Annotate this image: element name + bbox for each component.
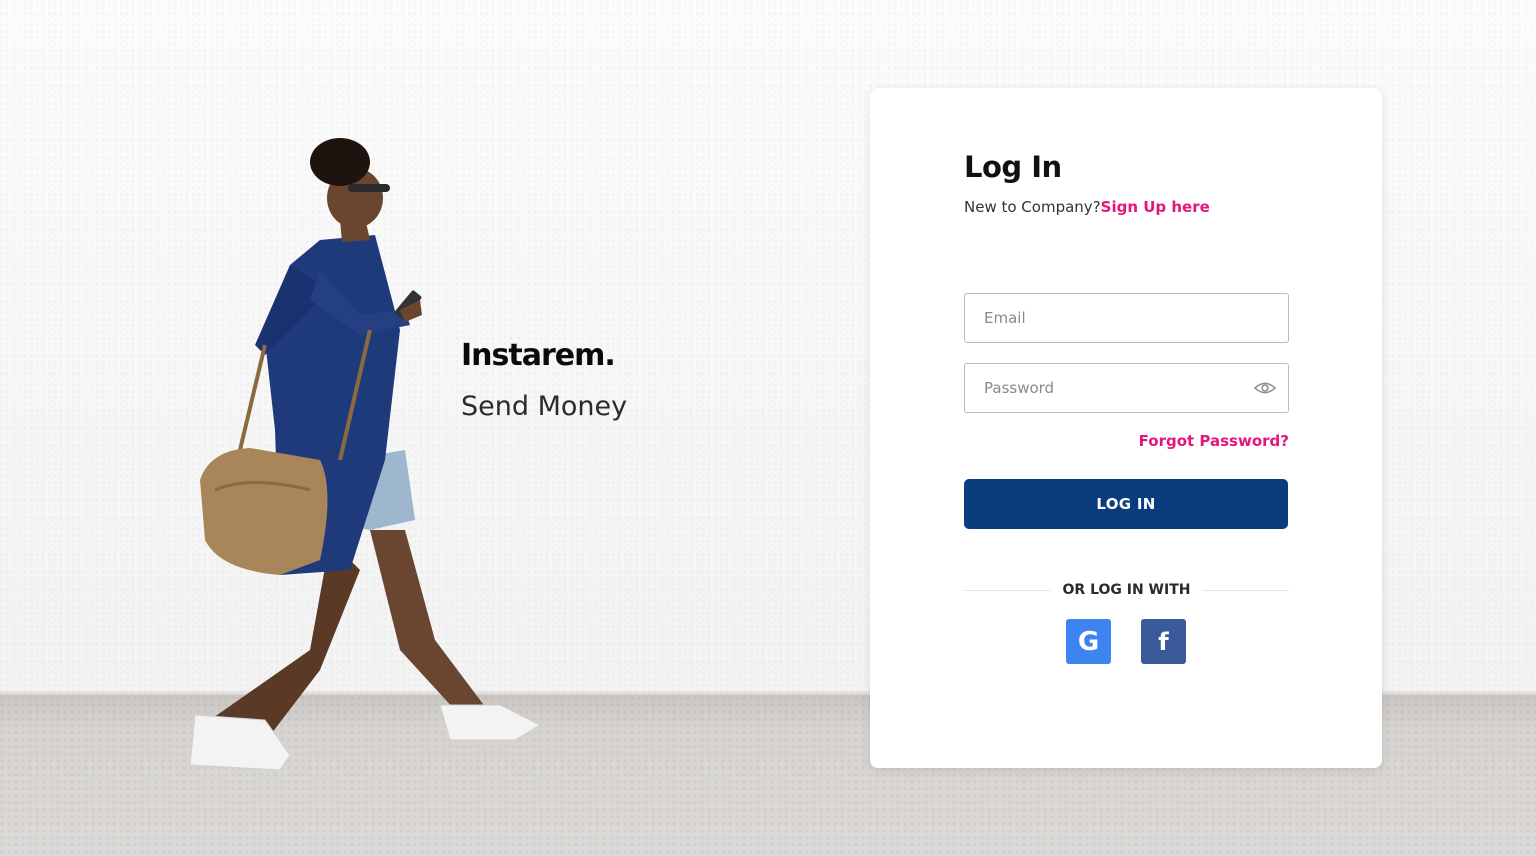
forgot-password-link[interactable]: Forgot Password? <box>964 432 1289 450</box>
signup-link[interactable]: Sign Up here <box>1101 198 1210 216</box>
email-field[interactable] <box>964 293 1289 343</box>
hero-person-image <box>189 138 542 771</box>
eye-icon[interactable] <box>1254 379 1276 397</box>
social-divider: OR LOG IN WITH <box>964 580 1289 600</box>
brand-block: Instarem. Send Money <box>461 338 627 422</box>
password-field[interactable] <box>964 363 1289 413</box>
signup-prompt-text: New to Company? <box>964 198 1101 216</box>
login-page: Instarem. Send Money Log In New to Compa… <box>0 0 1536 856</box>
facebook-login-button[interactable]: f <box>1141 619 1186 664</box>
social-divider-text: OR LOG IN WITH <box>1062 582 1191 598</box>
facebook-icon: f <box>1158 627 1169 656</box>
password-input[interactable] <box>965 364 1288 412</box>
email-input[interactable] <box>965 294 1288 342</box>
brand-tagline: Send Money <box>461 391 628 422</box>
login-card: Log In New to Company?Sign Up here Forgo… <box>870 88 1382 768</box>
google-login-button[interactable]: G <box>1066 619 1111 664</box>
signup-prompt-line: New to Company?Sign Up here <box>964 198 1210 216</box>
brand-logo: Instarem. <box>461 338 616 373</box>
login-button[interactable]: LOG IN <box>964 479 1288 529</box>
google-icon: G <box>1077 626 1100 657</box>
page-title: Log In <box>964 150 1062 184</box>
